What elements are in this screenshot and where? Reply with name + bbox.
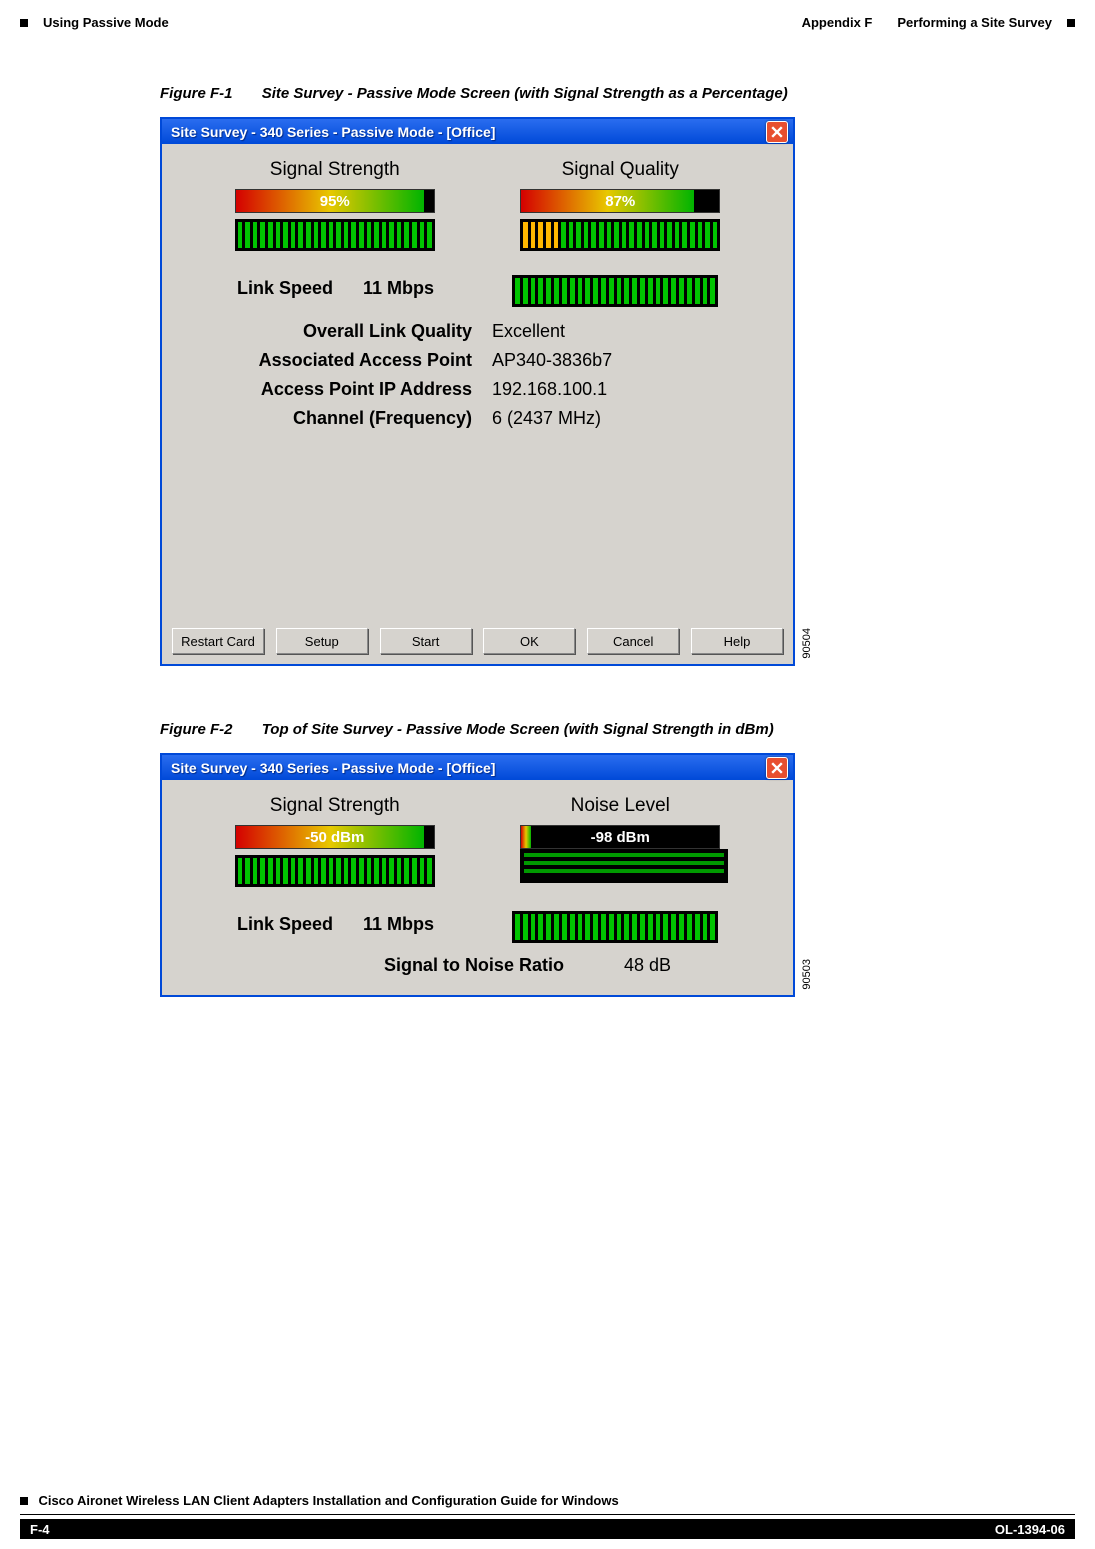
detail-value: 6 (2437 MHz) [492, 408, 763, 429]
page-footer: Cisco Aironet Wireless LAN Client Adapte… [0, 1492, 1095, 1549]
close-icon[interactable] [766, 757, 788, 779]
noise-level-header: Noise Level [490, 795, 750, 817]
restart-card-button[interactable]: Restart Card [172, 628, 264, 654]
detail-value: 192.168.100.1 [492, 379, 763, 400]
link-speed-label: Link Speed [237, 278, 333, 299]
signal-strength-value: 95% [320, 193, 350, 210]
appendix-label: Appendix F [802, 15, 873, 30]
signal-strength-header: Signal Strength [205, 159, 465, 181]
link-speed-value-2: 11 Mbps [363, 914, 434, 935]
page-number: F-4 [30, 1522, 50, 1537]
detail-label: Overall Link Quality [192, 321, 492, 342]
detail-label: Associated Access Point [192, 350, 492, 371]
close-icon[interactable] [766, 121, 788, 143]
signal-strength-history [235, 219, 435, 251]
detail-value: AP340-3836b7 [492, 350, 763, 371]
titlebar-1-text: Site Survey - 340 Series - Passive Mode … [167, 124, 495, 140]
signal-quality-header: Signal Quality [490, 159, 750, 181]
figure-2-window: Site Survey - 340 Series - Passive Mode … [160, 753, 795, 997]
signal-quality-history [520, 219, 720, 251]
figure-1-text: Site Survey - Passive Mode Screen (with … [262, 85, 788, 102]
signal-strength-history-2 [235, 855, 435, 887]
figure-2-caption: Figure F-2 Top of Site Survey - Passive … [160, 721, 1025, 738]
book-title: Cisco Aironet Wireless LAN Client Adapte… [38, 1493, 618, 1508]
setup-button[interactable]: Setup [276, 628, 368, 654]
help-button[interactable]: Help [691, 628, 783, 654]
figure-1-num: Figure F-1 [160, 85, 233, 102]
titlebar-2-text: Site Survey - 340 Series - Passive Mode … [167, 760, 495, 776]
start-button[interactable]: Start [380, 628, 472, 654]
appendix-title: Performing a Site Survey [897, 15, 1052, 30]
detail-value: Excellent [492, 321, 763, 342]
noise-level-history [520, 849, 728, 883]
link-speed-value: 11 Mbps [363, 278, 434, 299]
signal-quality-meter: 87% [520, 189, 720, 251]
signal-strength-header-2: Signal Strength [205, 795, 465, 817]
signal-quality-value: 87% [605, 193, 635, 210]
titlebar-2: Site Survey - 340 Series - Passive Mode … [162, 755, 793, 780]
link-speed-history [512, 275, 718, 307]
signal-strength-value-2: -50 dBm [305, 829, 364, 846]
doc-number: OL-1394-06 [995, 1522, 1065, 1537]
header-square-right [1067, 19, 1075, 27]
detail-label: Access Point IP Address [192, 379, 492, 400]
figure-2-text: Top of Site Survey - Passive Mode Screen… [262, 721, 774, 738]
figure-2-num: Figure F-2 [160, 721, 233, 738]
snr-label: Signal to Noise Ratio [284, 955, 624, 976]
section-name: Using Passive Mode [43, 15, 169, 30]
figure-1-buttons: Restart Card Setup Start OK Cancel Help [162, 618, 793, 664]
figure-2-id: 90503 [801, 959, 813, 990]
cancel-button[interactable]: Cancel [587, 628, 679, 654]
figure-1-details: Overall Link QualityExcellentAssociated … [192, 317, 763, 433]
signal-strength-meter-2: -50 dBm [235, 825, 435, 887]
footer-square [20, 1497, 28, 1505]
noise-level-meter: -98 dBm [520, 825, 720, 887]
figure-1-caption: Figure F-1 Site Survey - Passive Mode Sc… [160, 85, 1025, 102]
signal-strength-meter: 95% [235, 189, 435, 251]
link-speed-history-2 [512, 911, 718, 943]
noise-level-value: -98 dBm [591, 829, 650, 846]
detail-label: Channel (Frequency) [192, 408, 492, 429]
header-square-left [20, 19, 28, 27]
page-header: Using Passive Mode Appendix F Performing… [0, 0, 1095, 35]
titlebar-1: Site Survey - 340 Series - Passive Mode … [162, 119, 793, 144]
figure-1-window: Site Survey - 340 Series - Passive Mode … [160, 117, 795, 666]
link-speed-label-2: Link Speed [237, 914, 333, 935]
ok-button[interactable]: OK [483, 628, 575, 654]
figure-1-id: 90504 [801, 628, 813, 659]
snr-value: 48 dB [624, 955, 671, 976]
